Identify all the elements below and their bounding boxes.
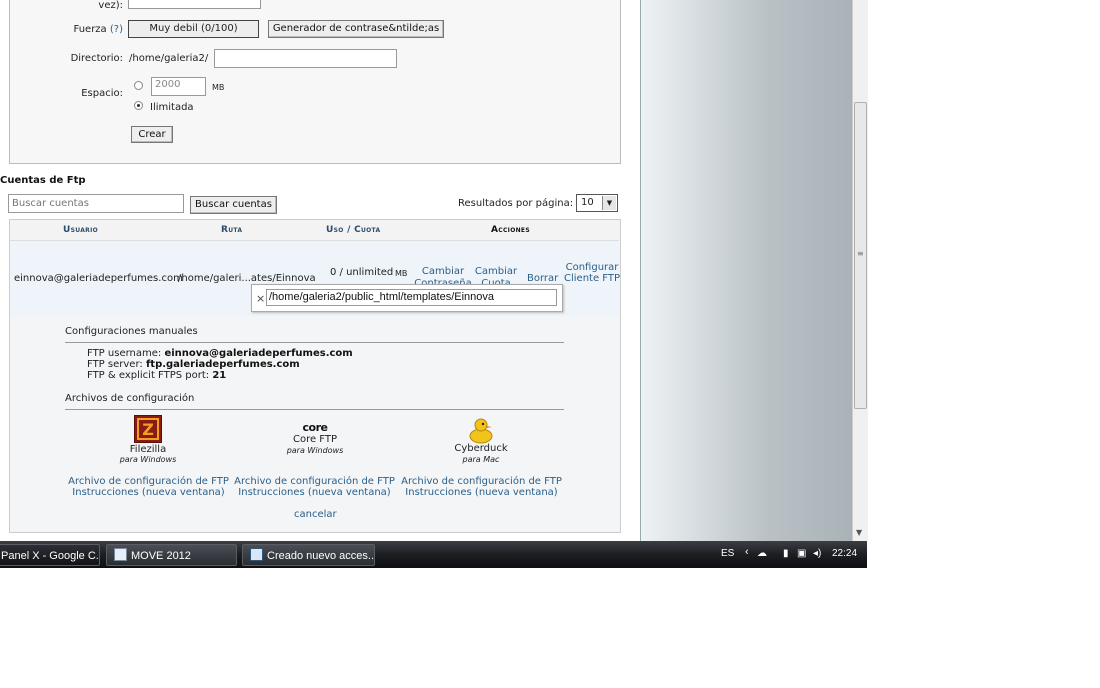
show-hidden-icons-icon[interactable]: ‹ [745,546,749,558]
row-usage: 0 / unlimited [330,267,394,278]
per-page-value: 10 [581,197,594,208]
change-quota-link[interactable]: Cambiar Cuota [472,266,520,285]
svg-text:Z: Z [142,420,154,439]
divider [65,409,564,410]
password-generator-button[interactable]: Generador de contrase&ntilde;as [268,20,444,38]
full-path-field[interactable]: /home/galeria2/public_html/templates/Ein… [266,289,557,306]
monitor-icon[interactable]: ▣ [797,548,806,559]
core-ftp-config-file-link[interactable]: Archivo de configuración de FTP [232,476,397,487]
column-header-user[interactable]: Usuario [63,225,98,235]
scroll-down-arrow-icon[interactable]: ▼ [856,528,862,537]
configure-ftp-client-link[interactable]: Configurar Cliente FTP [563,262,621,284]
word-icon [250,548,263,561]
column-header-path[interactable]: Ruta [221,225,242,235]
partial-password-label: vez): [98,0,123,11]
column-header-actions: Acciones [491,225,530,235]
close-icon[interactable]: × [256,292,265,305]
change-password-link[interactable]: Cambiar Contraseña [414,266,472,285]
create-button[interactable]: Crear [131,126,173,143]
search-accounts-input[interactable] [8,194,184,213]
filezilla-name: Filezilla [129,444,167,455]
search-accounts-button[interactable]: Buscar cuentas [190,196,277,214]
ftp-port-label: FTP & explicit FTPS port: [87,370,210,381]
task-move-2012[interactable]: MOVE 2012 [106,544,237,566]
strength-meter: Muy debil (0/100) [128,20,259,38]
ftp-username-line: FTP username: einnova@galeriadeperfumes.… [87,348,353,359]
ftp-server-value: ftp.galeriadeperfumes.com [145,359,300,370]
divider [65,342,564,343]
battery-icon[interactable]: ▮ [783,548,789,559]
core-ftp-name: Core FTP [292,434,338,445]
directory-input[interactable] [214,49,397,68]
task-word-document[interactable]: Creado nuevo acces... [242,544,375,566]
manual-config-title: Configuraciones manuales [65,326,198,337]
delete-link[interactable]: Borrar [527,273,558,284]
directory-prefix: /home/galeria2/ [129,53,209,64]
language-indicator[interactable]: ES [721,548,734,559]
cancel-link[interactable]: cancelar [294,509,337,520]
task-word-document-label: Creado nuevo acces... [267,550,375,562]
cyberduck-platform: para Mac [462,455,500,464]
per-page-label: Resultados por página: [458,198,574,209]
core-ftp-platform: para Windows [286,446,344,455]
clock[interactable]: 22:24 [832,548,857,559]
filezilla-platform: para Windows [119,455,177,464]
row-usage-unit: MB [395,269,408,278]
config-files-title: Archivos de configuración [65,393,195,404]
space-label: Espacio: [81,88,123,99]
cyberduck-config-file-link[interactable]: Archivo de configuración de FTP [399,476,564,487]
ftp-port-value: 21 [212,370,227,381]
cyberduck-instructions-link[interactable]: Instrucciones (nueva ventana) [399,487,564,498]
ftp-server-label: FTP server: [87,359,143,370]
quota-unit: MB [212,83,225,92]
chevron-down-icon: ▼ [602,196,616,210]
password-confirm-input[interactable] [128,0,261,9]
ftp-port-line: FTP & explicit FTPS port: 21 [87,370,226,381]
scrollbar-grip-icon: ≡ [857,249,864,258]
ftp-username-value: einnova@galeriadeperfumes.com [164,348,353,359]
task-browser[interactable]: Panel X - Google C... [0,544,100,566]
strength-label-row: Fuerza (?) [50,24,124,35]
quota-input[interactable]: 2000 [151,77,206,96]
cyberduck-name: Cyberduck [454,443,508,454]
directory-label: Directorio: [70,53,123,64]
ftp-server-line: FTP server: ftp.galeriadeperfumes.com [87,359,300,370]
filezilla-icon[interactable]: Z [134,415,162,443]
quota-radio[interactable] [134,81,143,90]
filezilla-config-file-link[interactable]: Archivo de configuración de FTP [66,476,231,487]
ftp-username-label: FTP username: [87,348,162,359]
row-path[interactable]: /home/galeri...ates/Einnova [178,273,316,284]
core-ftp-icon[interactable]: core [295,421,335,434]
cyberduck-icon[interactable] [468,416,494,444]
column-header-usage[interactable]: Uso / Cuota [326,225,380,235]
unlimited-radio[interactable] [134,101,143,110]
per-page-select[interactable]: 10 ▼ [576,194,618,212]
background-panel [640,0,853,541]
ftp-accounts-title: Cuentas de Ftp [0,175,86,186]
unlimited-label: Ilimitada [150,102,194,113]
core-ftp-instructions-link[interactable]: Instrucciones (nueva ventana) [232,487,397,498]
strength-label: Fuerza [73,24,107,35]
row-user: einnova@galeriadeperfumes.com [14,273,183,284]
strength-help-link[interactable]: (?) [110,24,123,35]
volume-icon[interactable]: ◂) [813,548,821,559]
filezilla-instructions-link[interactable]: Instrucciones (nueva ventana) [66,487,231,498]
document-icon [114,548,127,561]
network-icon[interactable]: ☁ [757,548,767,559]
task-move-2012-label: MOVE 2012 [131,550,191,562]
